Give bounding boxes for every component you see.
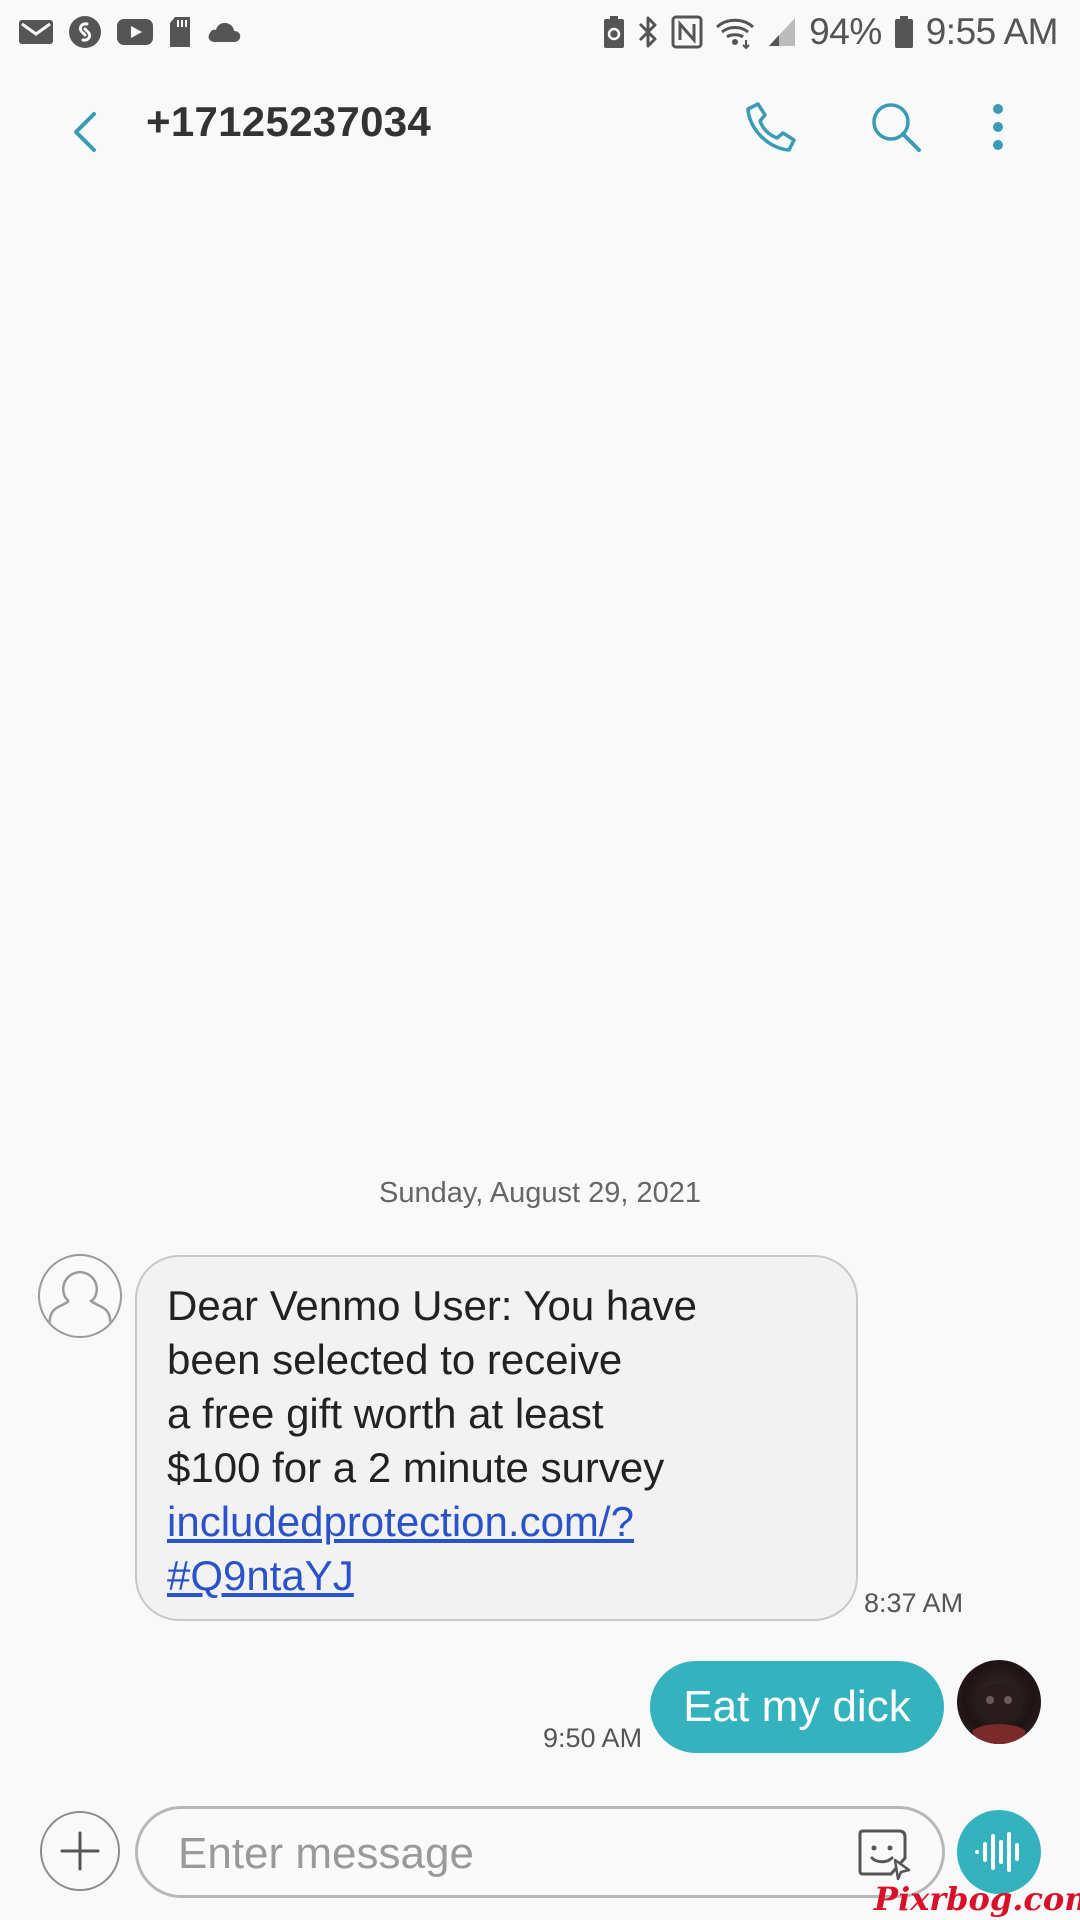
status-bar-right: 94% 9:55 AM — [603, 8, 1059, 56]
more-options-button[interactable] — [963, 92, 1033, 162]
phone-icon — [746, 102, 796, 152]
message-input-box[interactable] — [135, 1806, 945, 1898]
user-photo-icon — [973, 1684, 1025, 1744]
battery-percent: 94% — [809, 11, 882, 52]
status-bar-left — [18, 10, 242, 54]
conversation-header: +17125237034 — [0, 62, 1080, 192]
nfc-icon — [671, 15, 703, 49]
cloud-icon — [206, 20, 242, 44]
more-vert-icon — [993, 104, 1003, 150]
sticker-icon — [858, 1829, 911, 1880]
person-icon — [47, 1270, 113, 1336]
signal-icon — [767, 16, 797, 48]
message-line: $100 for a 2 minute survey — [167, 1444, 665, 1491]
sd-card-icon — [168, 16, 192, 48]
date-separator: Sunday, August 29, 2021 — [379, 1177, 701, 1209]
sticker-button[interactable] — [855, 1826, 915, 1882]
battery-saver-icon — [603, 15, 625, 49]
shazam-icon — [68, 15, 102, 49]
contact-title: +17125237034 — [146, 98, 432, 145]
message-input[interactable] — [176, 1823, 840, 1885]
voice-icon — [975, 1832, 1019, 1872]
add-icon — [60, 1831, 100, 1871]
status-time: 9:55 AM — [925, 11, 1059, 52]
message-link[interactable]: #Q9ntaYJ — [167, 1549, 826, 1603]
mail-icon — [18, 18, 54, 46]
incoming-message-bubble[interactable]: Dear Venmo User: You have been selected … — [135, 1255, 858, 1621]
outgoing-message-text: Eat my dick — [683, 1682, 911, 1731]
search-icon — [872, 103, 921, 152]
back-button[interactable] — [60, 102, 110, 162]
back-icon — [74, 112, 96, 152]
outgoing-timestamp: 9:50 AM — [543, 1723, 643, 1753]
message-link[interactable]: includedprotection.com/? — [167, 1495, 826, 1549]
youtube-icon — [116, 18, 154, 46]
search-button[interactable] — [861, 92, 931, 162]
wifi-icon — [715, 15, 755, 49]
message-line: a free gift worth at least — [167, 1390, 604, 1437]
bluetooth-icon — [637, 15, 659, 49]
attach-button[interactable] — [40, 1811, 120, 1891]
user-avatar[interactable] — [957, 1660, 1041, 1744]
watermark: Pixrbog.com — [874, 1880, 1080, 1918]
message-line: been selected to receive — [167, 1336, 623, 1383]
status-bar: 94% 9:55 AM — [0, 0, 1080, 62]
call-button[interactable] — [736, 92, 806, 162]
contact-avatar[interactable] — [38, 1254, 122, 1338]
message-line: Dear Venmo User: You have — [167, 1282, 698, 1329]
battery-icon — [894, 15, 914, 49]
outgoing-message-bubble[interactable]: Eat my dick — [650, 1661, 944, 1753]
incoming-timestamp: 8:37 AM — [864, 1588, 964, 1618]
